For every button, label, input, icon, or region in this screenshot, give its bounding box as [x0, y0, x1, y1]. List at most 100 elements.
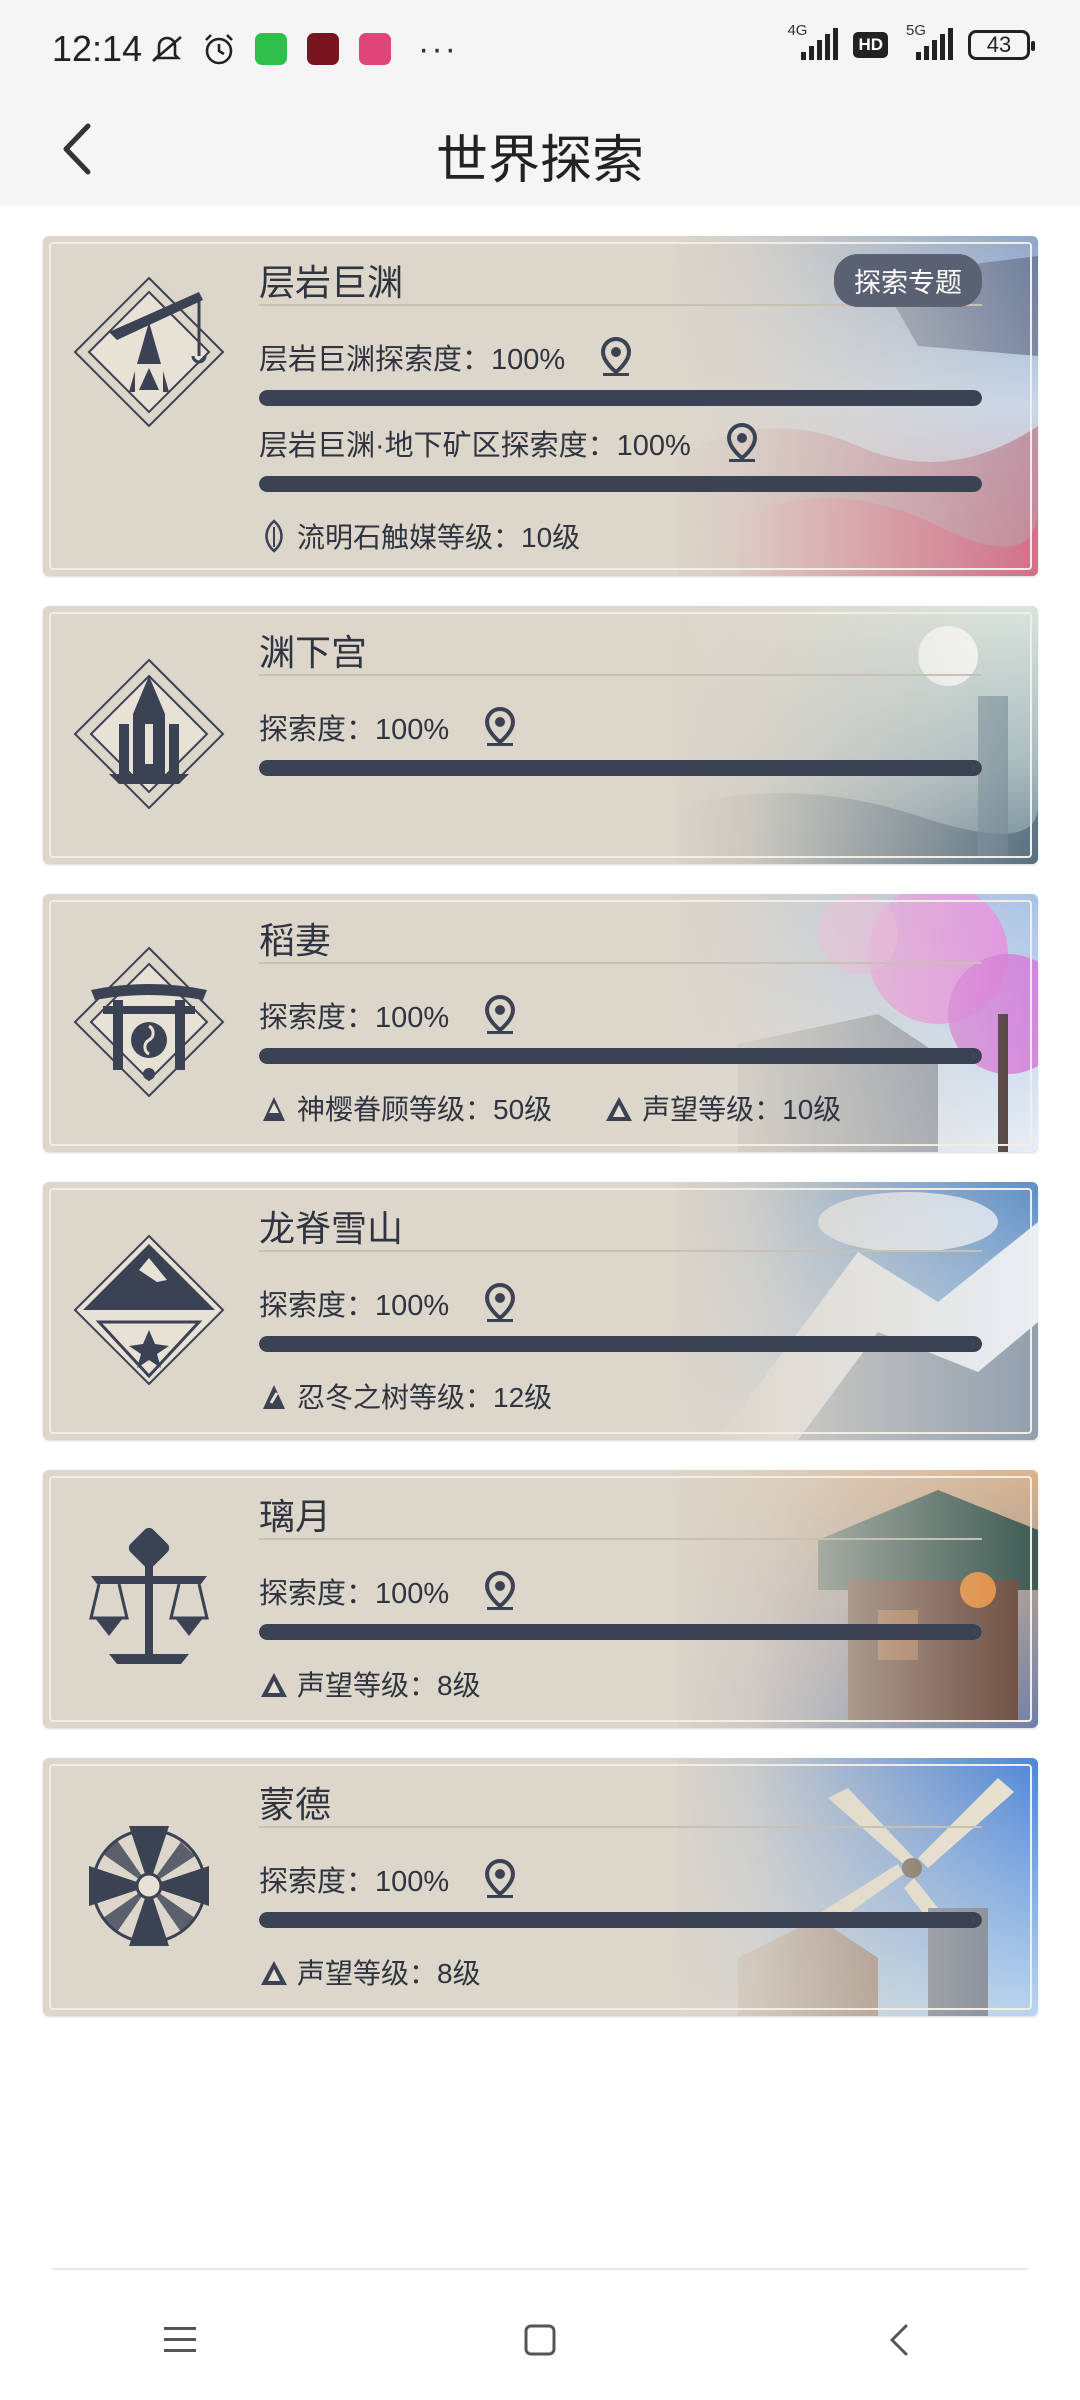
enkanomiya-emblem-icon — [73, 658, 225, 810]
exploration-progress-bar — [259, 1912, 982, 1928]
card-body: 龙脊雪山 探索度：100% 忍冬之树等级：12级 — [259, 1182, 982, 1440]
liyue-emblem-icon — [89, 1527, 209, 1664]
exploration-stat-row: 层岩巨渊探索度：100% — [259, 336, 633, 378]
name-divider — [259, 1826, 982, 1828]
map-pin-icon[interactable] — [483, 1283, 517, 1323]
level-label: 忍冬之树等级：12级 — [297, 1382, 553, 1413]
card-body: 蒙德 探索度：100% 声望等级：8级 — [259, 1758, 982, 2016]
signal-4g-icon: 4G — [787, 22, 839, 62]
name-divider — [259, 1250, 982, 1252]
status-time: 12:14 — [52, 28, 143, 69]
name-divider — [259, 1538, 982, 1540]
page-title: 世界探索 — [435, 132, 644, 190]
exploration-label: 探索度：100% — [259, 714, 450, 746]
level-item: 声望等级：8级 — [259, 1664, 481, 1704]
progress-fill — [259, 1624, 982, 1640]
card-body: 层岩巨渊 探索专题 层岩巨渊探索度：100% 层岩巨渊·地下矿区探索度：100%… — [259, 236, 982, 576]
exploration-progress-bar — [259, 1624, 982, 1640]
region-card-inazuma[interactable]: 稻妻 探索度：100% 神樱眷顾等级：50级 声望等级：10级 — [43, 894, 1038, 1152]
region-name: 渊下宫 — [259, 632, 368, 673]
alarm-icon — [200, 30, 238, 68]
net-4g-label: 4G — [787, 22, 808, 39]
level-item: 忍冬之树等级：12级 — [259, 1376, 552, 1416]
region-name: 龙脊雪山 — [259, 1208, 404, 1249]
status-bar: 12:14 ··· 4G HD 5G 43 — [0, 0, 1080, 100]
map-pin-icon[interactable] — [483, 1571, 517, 1611]
menu-icon — [164, 2327, 196, 2352]
nav-menu-button[interactable] — [140, 2300, 220, 2380]
explore-topic-button[interactable]: 探索专题 — [834, 254, 982, 307]
level-row: 声望等级：8级 — [259, 1664, 533, 1704]
exploration-progress-bar — [259, 390, 982, 406]
chasm-emblem-icon — [73, 276, 225, 428]
region-name: 璃月 — [259, 1496, 332, 1537]
exploration-progress-bar — [259, 760, 982, 776]
level-item: 声望等级：8级 — [259, 1952, 481, 1992]
reputation-icon — [261, 1673, 287, 1697]
exploration-label: 层岩巨渊探索度：100% — [259, 344, 566, 376]
level-label: 流明石触媒等级：10级 — [297, 522, 581, 553]
lumenstone-icon — [265, 519, 283, 553]
progress-fill — [259, 390, 982, 406]
region-card-chasm[interactable]: 层岩巨渊 探索专题 层岩巨渊探索度：100% 层岩巨渊·地下矿区探索度：100%… — [43, 236, 1038, 576]
exploration-label: 探索度：100% — [259, 1002, 450, 1034]
app-red-icon — [304, 30, 342, 68]
region-list: 层岩巨渊 探索专题 层岩巨渊探索度：100% 层岩巨渊·地下矿区探索度：100%… — [43, 236, 1038, 2046]
hd-badge: HD — [853, 32, 888, 58]
battery-indicator: 43 — [968, 30, 1035, 60]
exploration-label: 探索度：100% — [259, 1866, 450, 1898]
exploration-label: 探索度：100% — [259, 1578, 450, 1610]
level-item: 声望等级：10级 — [604, 1088, 841, 1128]
region-name: 蒙德 — [259, 1784, 332, 1825]
progress-fill — [259, 1336, 982, 1352]
map-pin-icon[interactable] — [483, 1859, 517, 1899]
exploration-progress-bar — [259, 476, 982, 492]
exploration-stat-row: 探索度：100% — [259, 1282, 517, 1324]
card-body: 璃月 探索度：100% 声望等级：8级 — [259, 1470, 982, 1728]
level-row: 流明石触媒等级：10级 — [259, 516, 632, 556]
exploration-stat-row: 探索度：100% — [259, 994, 517, 1036]
map-pin-icon[interactable] — [483, 995, 517, 1035]
progress-fill — [259, 1912, 982, 1928]
exploration-stat-row: 探索度：100% — [259, 706, 517, 748]
exploration-progress-bar — [259, 1336, 982, 1352]
map-pin-icon[interactable] — [483, 707, 517, 747]
mondstadt-emblem-icon — [89, 1826, 209, 1946]
region-name: 层岩巨渊 — [259, 262, 404, 303]
reputation-icon — [261, 1961, 287, 1985]
card-body: 稻妻 探索度：100% 神樱眷顾等级：50级 声望等级：10级 — [259, 894, 982, 1152]
region-card-mondstadt[interactable]: 蒙德 探索度：100% 声望等级：8级 — [43, 1758, 1038, 2016]
level-label: 神樱眷顾等级：50级 — [297, 1094, 553, 1125]
status-right: 4G HD 5G 43 — [787, 22, 1035, 62]
level-label: 声望等级：8级 — [297, 1958, 481, 1989]
app-header: 世界探索 — [0, 100, 1080, 206]
name-divider — [259, 962, 982, 964]
level-row: 声望等级：8级 — [259, 1952, 533, 1992]
exploration-label: 探索度：100% — [259, 1290, 450, 1322]
region-card-enkanomiya[interactable]: 渊下宫 探索度：100% — [43, 606, 1038, 864]
exploration-stat-row: 层岩巨渊·地下矿区探索度：100% — [259, 422, 759, 464]
nav-divider — [52, 2268, 1028, 2270]
frostbearing-tree-icon — [263, 1385, 285, 1409]
status-icons-left: ··· — [148, 30, 458, 68]
more-notifications-icon: ··· — [418, 30, 458, 68]
nav-home-button[interactable] — [500, 2300, 580, 2380]
map-pin-icon[interactable] — [599, 337, 633, 377]
name-divider — [259, 674, 982, 676]
exploration-stat-row: 探索度：100% — [259, 1570, 517, 1612]
exploration-progress-bar — [259, 1048, 982, 1064]
region-card-dragonspine[interactable]: 龙脊雪山 探索度：100% 忍冬之树等级：12级 — [43, 1182, 1038, 1440]
signal-5g-icon: 5G — [902, 22, 954, 62]
inazuma-emblem-icon — [73, 946, 225, 1098]
progress-fill — [259, 1048, 982, 1064]
map-pin-icon[interactable] — [725, 423, 759, 463]
exploration-label: 层岩巨渊·地下矿区探索度：100% — [259, 430, 691, 462]
home-square-icon — [524, 2324, 556, 2356]
level-row: 神樱眷顾等级：50级 声望等级：10级 — [259, 1088, 893, 1128]
region-card-liyue[interactable]: 璃月 探索度：100% 声望等级：8级 — [43, 1470, 1038, 1728]
reputation-icon — [606, 1097, 633, 1121]
card-body: 渊下宫 探索度：100% — [259, 606, 982, 864]
net-5g-label: 5G — [906, 22, 927, 39]
wechat-icon — [252, 30, 290, 68]
nav-back-button[interactable] — [860, 2300, 940, 2380]
